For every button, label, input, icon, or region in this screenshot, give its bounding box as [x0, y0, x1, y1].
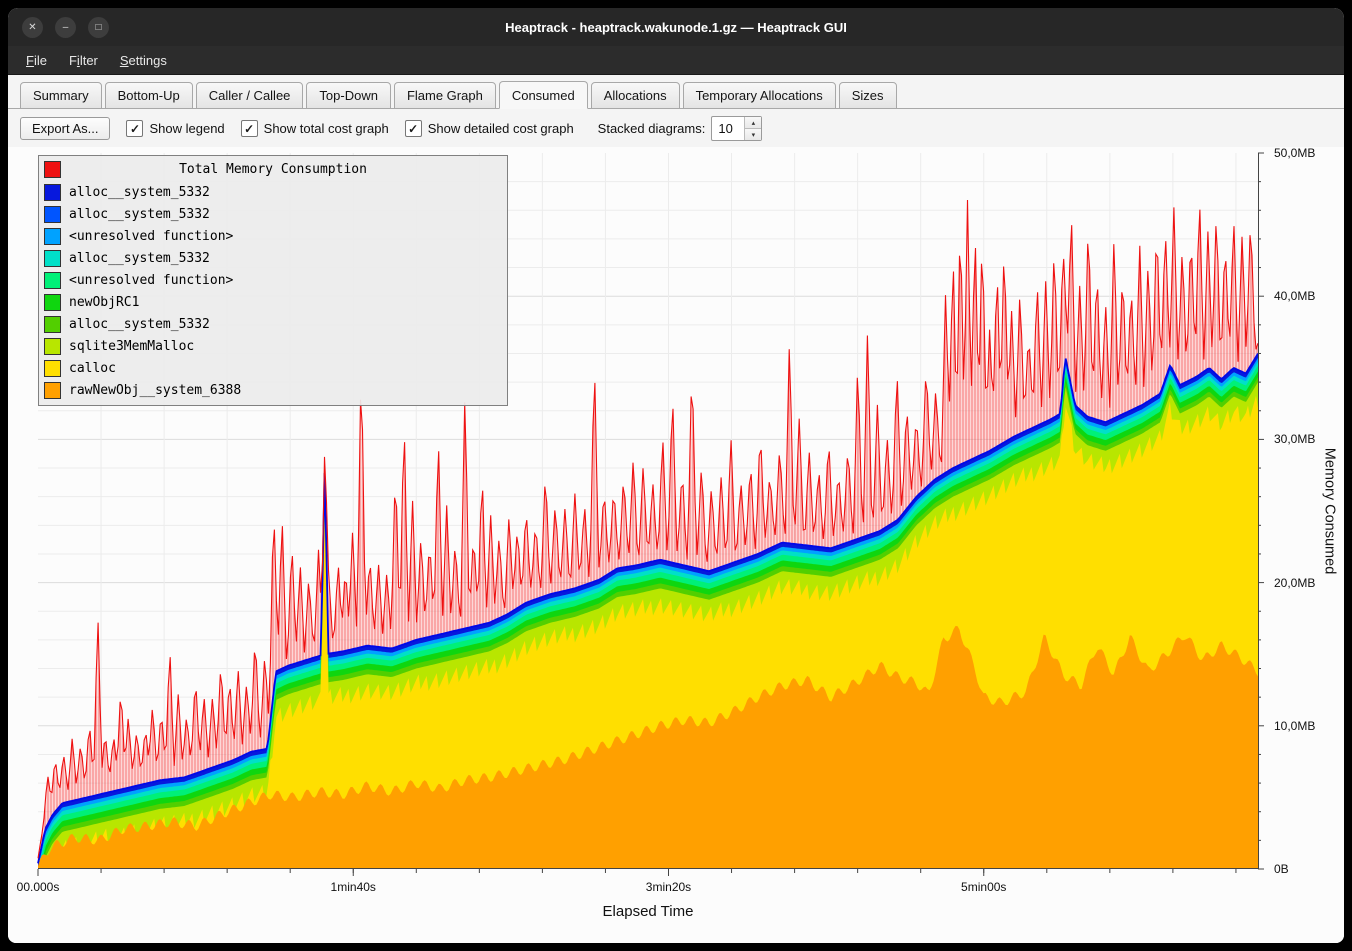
legend-label: alloc__system_5332 — [69, 185, 210, 200]
close-button[interactable]: ✕ — [22, 17, 43, 38]
menu-bar: FileFilterSettings — [8, 46, 1344, 75]
legend-item: alloc__system_5332 — [39, 203, 507, 225]
legend-item: alloc__system_5332 — [39, 181, 507, 203]
legend-title-row: Total Memory Consumption — [39, 159, 507, 180]
chart-area: Total Memory Consumption alloc__system_53… — [8, 147, 1344, 943]
menu-item-filter[interactable]: Filter — [59, 50, 108, 71]
stacked-diagrams-spinner[interactable]: 10 ▴ ▾ — [711, 116, 762, 141]
stacked-diagrams-label: Stacked diagrams: — [598, 121, 706, 136]
legend-item: newObjRC1 — [39, 291, 507, 313]
minimize-icon: – — [63, 22, 69, 33]
legend-item: rawNewObj__system_6388 — [39, 379, 507, 401]
legend-swatch — [44, 250, 61, 267]
window-titlebar: ✕ – □ Heaptrack - heaptrack.wakunode.1.gz … — [8, 8, 1344, 46]
check-icon[interactable]: ✓ — [126, 120, 143, 137]
toolbar: Export As... ✓ Show legend ✓ Show total cos… — [8, 109, 1344, 147]
legend-item: alloc__system_5332 — [39, 313, 507, 335]
x-tick-label: 00.000s — [17, 880, 60, 894]
x-tick-label: 1min40s — [331, 880, 376, 894]
checkbox-group: ✓ Show legend ✓ Show total cost graph ✓ Show … — [126, 120, 573, 137]
x-axis-labels: 00.000s1min40s3min20s5min00s — [38, 880, 1258, 896]
legend-item: sqlite3MemMalloc — [39, 335, 507, 357]
y-axis-labels: 0B10,0MB20,0MB30,0MB40,0MB50,0MB — [1268, 153, 1320, 869]
legend-item: alloc__system_5332 — [39, 247, 507, 269]
y-axis-title-wrap: Memory Consumed — [1316, 153, 1342, 869]
legend-label: newObjRC1 — [69, 295, 139, 310]
maximize-button[interactable]: □ — [88, 17, 109, 38]
legend-item: <unresolved function> — [39, 269, 507, 291]
tab-consumed[interactable]: Consumed — [499, 81, 588, 109]
application-window: ✕ – □ Heaptrack - heaptrack.wakunode.1.gz … — [8, 8, 1344, 943]
tab-temporary-allocations[interactable]: Temporary Allocations — [683, 82, 836, 109]
legend-swatch — [44, 382, 61, 399]
window-controls: ✕ – □ — [22, 8, 109, 46]
stacked-diagrams-value[interactable]: 10 — [712, 117, 744, 140]
stacked-diagrams-control: Stacked diagrams: 10 ▴ ▾ — [598, 116, 763, 141]
legend-item: <unresolved function> — [39, 225, 507, 247]
maximize-icon: □ — [95, 22, 101, 33]
spinner-down-icon[interactable]: ▾ — [745, 128, 761, 140]
legend-swatch — [44, 228, 61, 245]
spinner-arrows: ▴ ▾ — [744, 117, 761, 140]
y-tick-label: 0B — [1274, 862, 1289, 876]
tab-caller-callee[interactable]: Caller / Callee — [196, 82, 304, 109]
tab-bar: SummaryBottom-UpCaller / CalleeTop-DownF… — [8, 75, 1344, 109]
check-icon[interactable]: ✓ — [405, 120, 422, 137]
x-tick-label: 5min00s — [961, 880, 1006, 894]
y-tick-label: 30,0MB — [1274, 432, 1315, 446]
checkbox-label: Show total cost graph — [264, 121, 389, 136]
tab-flame-graph[interactable]: Flame Graph — [394, 82, 496, 109]
legend-swatch — [44, 316, 61, 333]
tab-summary[interactable]: Summary — [20, 82, 102, 109]
menu-item-file[interactable]: File — [16, 50, 57, 71]
menu-item-settings[interactable]: Settings — [110, 50, 177, 71]
chart-plot[interactable]: Total Memory Consumption alloc__system_53… — [38, 153, 1266, 876]
checkbox-show-detailed-cost-graph[interactable]: ✓ Show detailed cost graph — [405, 120, 574, 137]
legend-label: sqlite3MemMalloc — [69, 339, 194, 354]
legend-label: <unresolved function> — [69, 229, 233, 244]
spinner-up-icon[interactable]: ▴ — [745, 117, 761, 128]
legend-label: calloc — [69, 361, 116, 376]
close-icon: ✕ — [28, 22, 36, 33]
checkbox-show-total-cost-graph[interactable]: ✓ Show total cost graph — [241, 120, 389, 137]
tab-allocations[interactable]: Allocations — [591, 82, 680, 109]
y-tick-label: 20,0MB — [1274, 576, 1315, 590]
legend-swatch — [44, 360, 61, 377]
y-tick-label: 40,0MB — [1274, 289, 1315, 303]
legend-label: <unresolved function> — [69, 273, 233, 288]
legend-label: alloc__system_5332 — [69, 251, 210, 266]
y-axis-title: Memory Consumed — [1321, 448, 1337, 575]
x-axis-title: Elapsed Time — [38, 903, 1258, 920]
legend-label: alloc__system_5332 — [69, 207, 210, 222]
y-tick-label: 50,0MB — [1274, 146, 1315, 160]
checkbox-label: Show detailed cost graph — [428, 121, 574, 136]
x-tick-label: 3min20s — [646, 880, 691, 894]
legend-item: calloc — [39, 357, 507, 379]
legend-swatch — [44, 294, 61, 311]
checkbox-show-legend[interactable]: ✓ Show legend — [126, 120, 224, 137]
legend-title: Total Memory Consumption — [39, 159, 507, 180]
tab-bottom-up[interactable]: Bottom-Up — [105, 82, 193, 109]
legend-swatch — [44, 338, 61, 355]
minimize-button[interactable]: – — [55, 17, 76, 38]
checkbox-label: Show legend — [149, 121, 224, 136]
legend-swatch-total — [44, 161, 61, 178]
export-as-button[interactable]: Export As... — [20, 117, 110, 140]
legend-swatch — [44, 184, 61, 201]
chart-legend: Total Memory Consumption alloc__system_53… — [38, 155, 508, 406]
check-icon[interactable]: ✓ — [241, 120, 258, 137]
tab-top-down[interactable]: Top-Down — [306, 82, 391, 109]
legend-label: rawNewObj__system_6388 — [69, 383, 241, 398]
tab-sizes[interactable]: Sizes — [839, 82, 897, 109]
legend-label: alloc__system_5332 — [69, 317, 210, 332]
legend-swatch — [44, 206, 61, 223]
window-title: Heaptrack - heaptrack.wakunode.1.gz — He… — [505, 20, 847, 35]
legend-swatch — [44, 272, 61, 289]
y-tick-label: 10,0MB — [1274, 719, 1315, 733]
